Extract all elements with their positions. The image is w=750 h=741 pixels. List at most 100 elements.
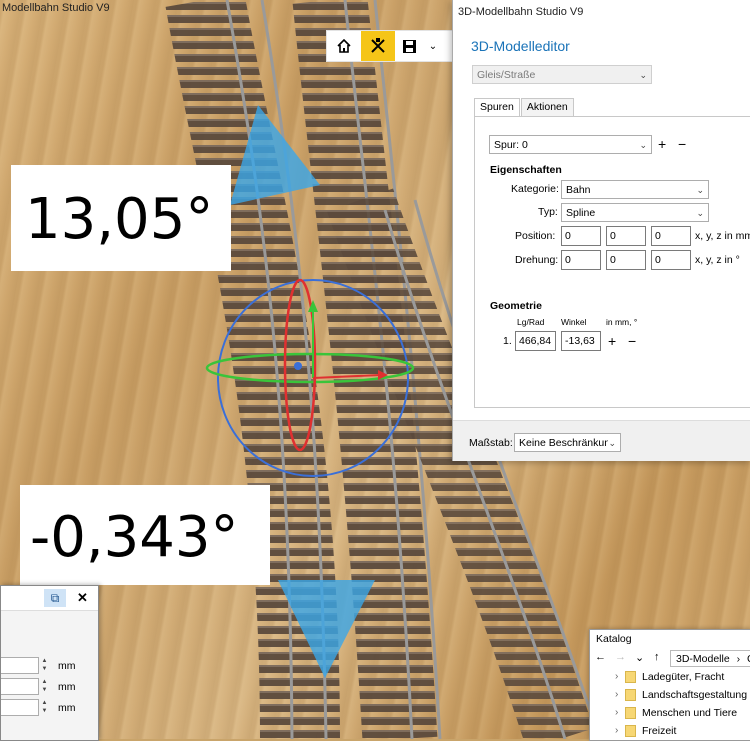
model-editor-window: 3D-Modellbahn Studio V9 3D-Modelleditor …	[452, 0, 750, 461]
tools-button[interactable]	[361, 31, 395, 61]
catalog-item-label: Freizeit	[642, 725, 677, 737]
drehung-label: Drehung:	[515, 254, 559, 266]
value-field-3[interactable]	[1, 699, 39, 716]
unit-2: mm	[58, 681, 76, 693]
catalog-panel: Katalog ← → ⌄ ↑ 3D-Modelle › C › Ladegüte…	[589, 629, 750, 741]
eigenschaften-heading: Eigenschaften	[490, 164, 562, 176]
chevron-right-icon: ›	[615, 671, 619, 682]
geometrie-heading: Geometrie	[490, 300, 542, 312]
editor-tabs: Spuren Aktionen	[474, 98, 575, 118]
angle-value-top: 13,05°	[25, 187, 214, 252]
angle-label-bottom: -0,343°	[20, 485, 270, 585]
left-dialog-header: ⧉ ✕	[1, 586, 98, 611]
chevron-down-icon: ⌄	[696, 185, 704, 195]
chevron-down-icon: ⌄	[608, 434, 616, 451]
unit-1: mm	[58, 660, 76, 672]
chevron-right-icon: ›	[615, 689, 619, 700]
chevron-down-icon: ⌄	[639, 140, 647, 150]
tab-spuren[interactable]: Spuren	[474, 98, 520, 118]
remove-spur-button[interactable]: −	[678, 137, 686, 151]
back-arrow-icon[interactable]: ←	[595, 651, 606, 663]
chevron-right-icon: ›	[615, 707, 619, 718]
path-separator-icon: ›	[736, 653, 741, 665]
chevron-down-icon[interactable]: ⌄	[635, 651, 644, 664]
chevron-down-icon: ⌄	[639, 70, 647, 80]
home-icon	[337, 39, 351, 53]
value-field-2[interactable]	[1, 678, 39, 695]
spur-select-value: Spur: 0	[494, 139, 528, 151]
unit-3: mm	[58, 702, 76, 714]
typ-select-value: Spline	[566, 207, 596, 219]
catalog-item[interactable]: › Freizeit	[615, 722, 677, 740]
kategorie-label: Kategorie:	[511, 183, 559, 195]
position-x-field[interactable]: 0	[561, 226, 601, 246]
add-spur-button[interactable]: +	[658, 137, 666, 151]
spuren-panel: Spur: 0 ⌄ + − Eigenschaften Kategorie: B…	[474, 116, 750, 408]
catalog-path[interactable]: 3D-Modelle › C	[670, 650, 750, 667]
save-button[interactable]	[395, 31, 423, 61]
popout-button[interactable]: ⧉	[44, 589, 66, 607]
tab-aktionen[interactable]: Aktionen	[520, 98, 574, 116]
catalog-item-label: Menschen und Tiere	[642, 707, 738, 719]
catalog-path-text: 3D-Modelle	[676, 653, 730, 665]
col-winkel: Winkel	[561, 317, 587, 327]
type-select[interactable]: Gleis/Straße ⌄	[472, 65, 652, 84]
catalog-item-label: Ladegüter, Fracht	[642, 671, 725, 683]
catalog-item[interactable]: › Landschaftsgestaltung	[615, 686, 748, 704]
save-icon	[402, 39, 416, 53]
folder-icon	[625, 689, 636, 702]
tools-icon	[371, 38, 385, 53]
massstab-select[interactable]: Keine Beschränkung ⌄	[514, 433, 621, 452]
kategorie-select[interactable]: Bahn ⌄	[561, 180, 709, 199]
catalog-title: Katalog	[596, 633, 632, 645]
chevron-right-icon: ›	[615, 725, 619, 736]
editor-footer: Maßstab: Keine Beschränkung ⌄	[453, 420, 750, 461]
kategorie-select-value: Bahn	[566, 184, 591, 196]
catalog-item[interactable]: › Ladegüter, Fracht	[615, 668, 725, 686]
drehung-y-field[interactable]: 0	[606, 250, 646, 270]
spinner-1[interactable]: ▲ ▼	[40, 657, 49, 674]
save-dropdown-button[interactable]: ⌄	[423, 31, 443, 61]
massstab-select-value: Keine Beschränkung	[519, 437, 616, 449]
position-unit: x, y, z in mm	[695, 230, 750, 242]
editor-window-title: 3D-Modellbahn Studio V9	[458, 6, 584, 18]
position-y-field[interactable]: 0	[606, 226, 646, 246]
value-field-1[interactable]	[1, 657, 39, 674]
home-button[interactable]	[327, 31, 361, 61]
typ-label: Typ:	[538, 206, 558, 218]
massstab-label: Maßstab:	[469, 437, 513, 449]
spinner-2[interactable]: ▲ ▼	[40, 678, 49, 695]
forward-arrow-icon[interactable]: →	[615, 651, 626, 663]
up-arrow-icon[interactable]: ↑	[654, 651, 660, 663]
remove-geometry-button[interactable]: −	[628, 334, 636, 348]
position-z-field[interactable]: 0	[651, 226, 691, 246]
scene-toolbar: ⌄	[326, 30, 454, 62]
spur-select[interactable]: Spur: 0 ⌄	[489, 135, 652, 154]
app-title: Modellbahn Studio V9	[2, 2, 110, 14]
catalog-item[interactable]: › Menschen und Tiere	[615, 704, 738, 722]
editor-heading: 3D-Modelleditor	[471, 38, 570, 54]
type-select-value: Gleis/Straße	[477, 69, 536, 81]
add-geometry-button[interactable]: +	[608, 334, 616, 348]
drehung-x-field[interactable]: 0	[561, 250, 601, 270]
angle-value-bottom: -0,343°	[30, 505, 239, 570]
typ-select[interactable]: Spline ⌄	[561, 203, 709, 222]
col-unit: in mm, °	[606, 317, 638, 327]
spinner-3[interactable]: ▲ ▼	[40, 699, 49, 716]
row-winkel-field[interactable]: -13,63	[561, 331, 601, 351]
folder-icon	[625, 671, 636, 684]
row-index: 1.	[503, 335, 512, 347]
chevron-down-icon: ⌄	[428, 40, 438, 52]
popout-icon: ⧉	[50, 591, 60, 605]
col-lgrad: Lg/Rad	[517, 317, 545, 327]
drehung-unit: x, y, z in °	[695, 254, 740, 266]
drehung-z-field[interactable]: 0	[651, 250, 691, 270]
catalog-item-label: Landschaftsgestaltung	[642, 689, 748, 701]
chevron-down-icon: ⌄	[696, 208, 704, 218]
left-dialog: ⧉ ✕ ▲ ▼ mm ▲ ▼ mm ▲ ▼ mm	[0, 585, 99, 741]
folder-icon	[625, 725, 636, 738]
angle-label-top: 13,05°	[11, 165, 231, 271]
folder-icon	[625, 707, 636, 720]
row-lgrad-field[interactable]: 466,84	[515, 331, 556, 351]
close-button[interactable]: ✕	[77, 589, 88, 607]
